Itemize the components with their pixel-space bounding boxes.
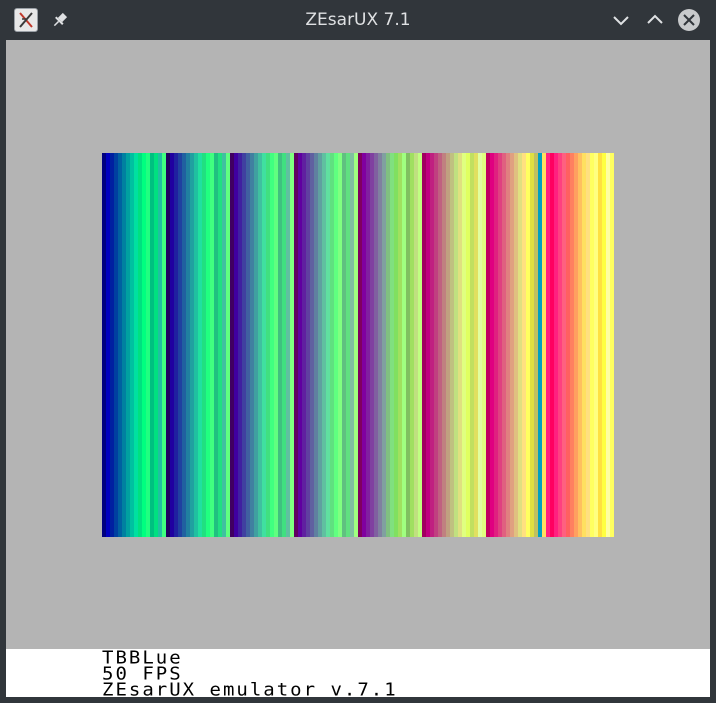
maximize-button[interactable] [643,8,667,32]
titlebar[interactable]: ZEsarUX 7.1 [0,0,716,40]
color-bars-screen [102,153,614,537]
close-button[interactable] [677,8,701,32]
maximize-icon [647,14,663,24]
status-footer: TBBLue 50 FPS ZEsarUX emulator v.7.1 [6,649,710,697]
pin-icon[interactable] [50,10,70,30]
emulator-display[interactable]: TBBLue 50 FPS ZEsarUX emulator v.7.1 [6,40,710,697]
version-label: ZEsarUX emulator v.7.1 [102,679,398,697]
emulator-window: ZEsarUX 7.1 TBBLue 50 FPS ZEsarUX emulat… [0,0,716,703]
minimize-icon [613,16,629,26]
close-icon [678,9,700,31]
app-icon[interactable] [14,8,38,32]
minimize-button[interactable] [609,8,633,32]
color-stripe [610,153,614,537]
